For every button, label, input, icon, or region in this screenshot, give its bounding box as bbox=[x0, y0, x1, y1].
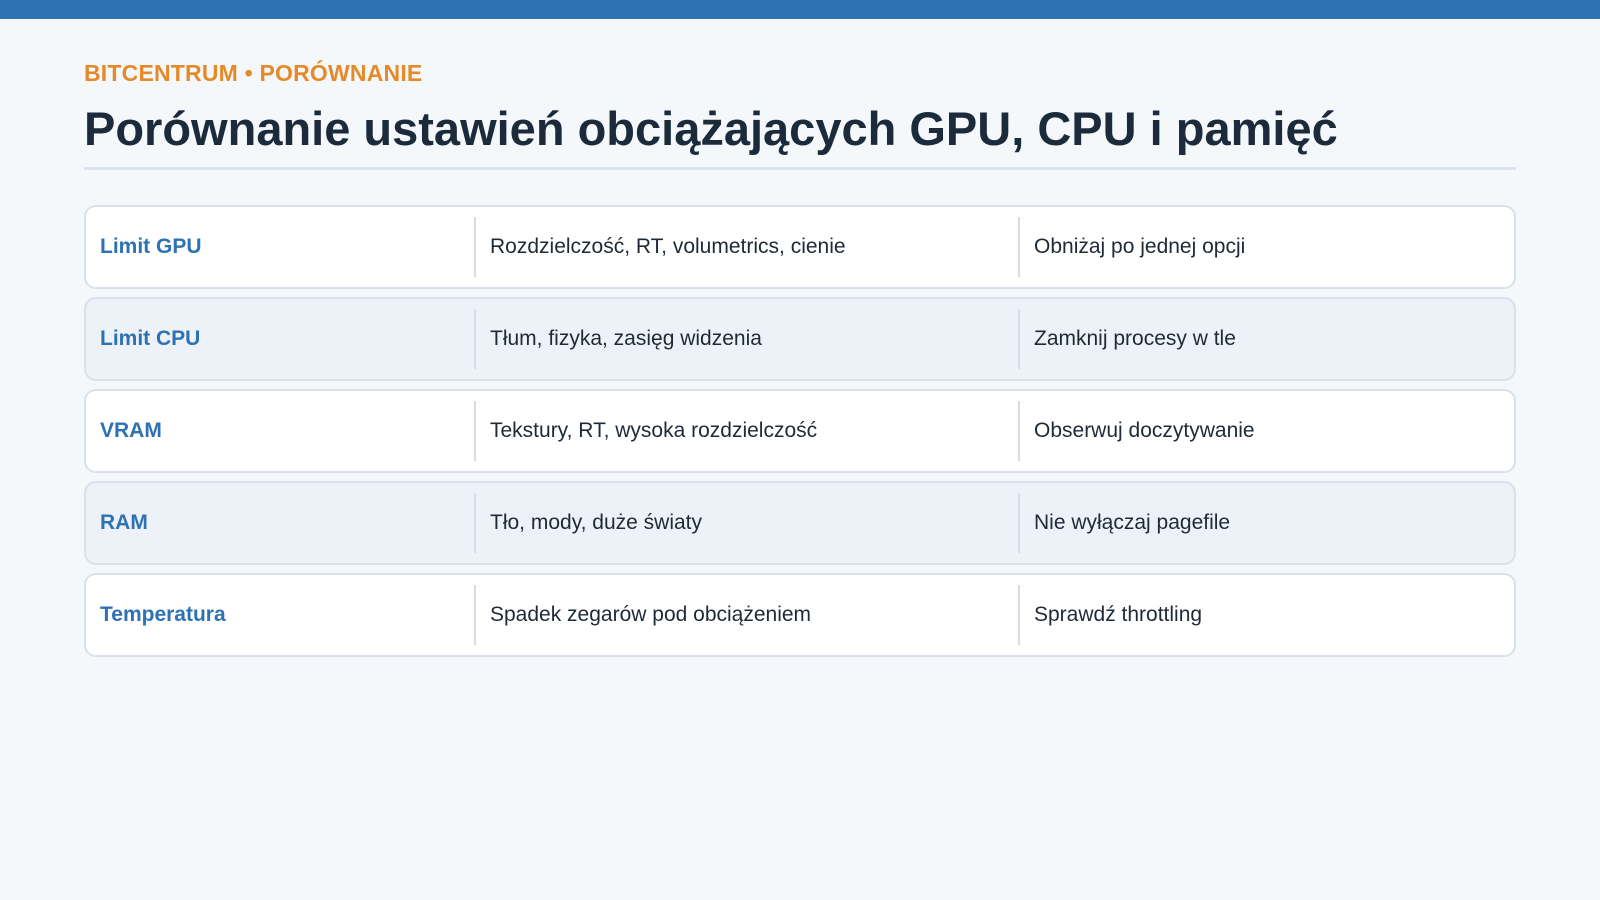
row-cause: Tekstury, RT, wysoka rozdzielczość bbox=[474, 401, 1018, 461]
row-label: Limit GPU bbox=[100, 235, 202, 258]
row-label: RAM bbox=[100, 511, 148, 534]
slide-content: BITCENTRUM • PORÓWNANIE Porównanie ustaw… bbox=[84, 58, 1516, 665]
eyebrow-label: BITCENTRUM • PORÓWNANIE bbox=[84, 60, 423, 86]
table-row: VRAM Tekstury, RT, wysoka rozdzielczość … bbox=[84, 389, 1516, 473]
row-label: VRAM bbox=[100, 419, 162, 442]
table-row: Limit CPU Tłum, fizyka, zasięg widzenia … bbox=[84, 297, 1516, 381]
row-action: Obniżaj po jednej opcji bbox=[1018, 217, 1514, 277]
top-accent-bar bbox=[0, 0, 1600, 19]
table-row: Temperatura Spadek zegarów pod obciążeni… bbox=[84, 573, 1516, 657]
row-action: Obserwuj doczytywanie bbox=[1018, 401, 1514, 461]
table-row: RAM Tło, mody, duże światy Nie wyłączaj … bbox=[84, 481, 1516, 565]
title-divider bbox=[84, 167, 1516, 170]
row-cause: Tło, mody, duże światy bbox=[474, 493, 1018, 553]
row-label: Limit CPU bbox=[100, 327, 201, 350]
row-cause: Tłum, fizyka, zasięg widzenia bbox=[474, 309, 1018, 369]
row-cause: Rozdzielczość, RT, volumetrics, cienie bbox=[474, 217, 1018, 277]
row-label: Temperatura bbox=[100, 603, 226, 626]
row-action: Sprawdź throttling bbox=[1018, 585, 1514, 645]
table-row: Limit GPU Rozdzielczość, RT, volumetrics… bbox=[84, 205, 1516, 289]
row-action: Nie wyłączaj pagefile bbox=[1018, 493, 1514, 553]
page-title: Porównanie ustawień obciążających GPU, C… bbox=[84, 102, 1338, 155]
comparison-table: Limit GPU Rozdzielczość, RT, volumetrics… bbox=[84, 205, 1516, 657]
row-action: Zamknij procesy w tle bbox=[1018, 309, 1514, 369]
row-cause: Spadek zegarów pod obciążeniem bbox=[474, 585, 1018, 645]
